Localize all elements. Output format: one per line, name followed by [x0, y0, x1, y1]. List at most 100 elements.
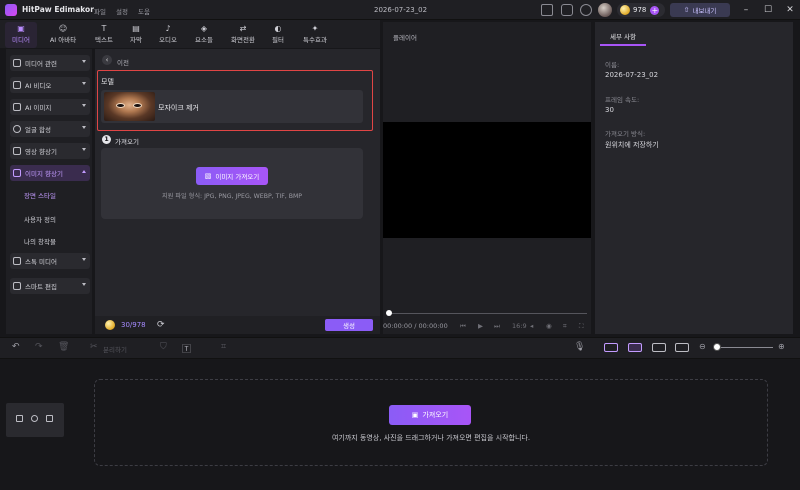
- timeline-import-button[interactable]: ▣ 가져오기: [389, 405, 471, 425]
- add-coins-button[interactable]: +: [650, 5, 660, 15]
- chevron-down-icon: [82, 148, 86, 151]
- generate-button[interactable]: 생성: [325, 319, 373, 331]
- tab-ai-avatar[interactable]: ☺ AI 아바타: [44, 22, 82, 48]
- zoom-slider[interactable]: [718, 347, 773, 348]
- eye-left: [116, 103, 125, 108]
- sidebar-item-ai-image[interactable]: AI 이미지: [10, 99, 90, 115]
- details-panel: [595, 22, 793, 334]
- supported-formats: 지원 파일 형식: JPG, PNG, JPEG, WEBP, TIF, BMP: [161, 193, 303, 200]
- tab-label: 요소들: [195, 36, 213, 44]
- tab-subtitle[interactable]: ▤ 자막: [120, 22, 152, 48]
- scrub-track[interactable]: [389, 313, 587, 314]
- tab-effects[interactable]: ✦ 특수효과: [297, 22, 333, 48]
- scrub-handle[interactable]: [386, 310, 392, 316]
- expand-icon[interactable]: [675, 343, 689, 352]
- magnet-icon[interactable]: [628, 343, 642, 352]
- crop-tool-icon[interactable]: ⌗: [221, 342, 226, 352]
- zoom-out-icon[interactable]: ⊖: [699, 342, 706, 351]
- sidebar-item-image-enhancer[interactable]: 이미지 향상기: [10, 165, 90, 181]
- prev-frame-icon[interactable]: ⏮: [460, 322, 466, 331]
- tab-label: 자막: [130, 36, 142, 44]
- chevron-down-icon: [82, 126, 86, 129]
- close-icon[interactable]: ✕: [784, 4, 796, 16]
- play-icon[interactable]: ▶: [478, 322, 483, 330]
- shield-icon[interactable]: ⛉: [160, 342, 167, 352]
- tab-label: 필터: [272, 36, 284, 44]
- tab-label: 특수효과: [303, 36, 327, 44]
- stock-media-icon: [13, 257, 21, 265]
- sidebar-item-video-enhancer[interactable]: 영상 향상기: [10, 143, 90, 159]
- sidebar-item-label: 스톡 미디어: [25, 258, 57, 266]
- tab-audio[interactable]: ♪ 오디오: [152, 22, 184, 48]
- effects-icon: ✦: [311, 24, 319, 33]
- crop-icon[interactable]: ⌗: [563, 322, 567, 331]
- snapshot-icon[interactable]: ◉: [546, 322, 552, 330]
- undo-icon[interactable]: ↶: [12, 342, 20, 352]
- link-track-icon[interactable]: [604, 343, 618, 352]
- fps-label: 프레임 속도:: [605, 96, 640, 104]
- player-screen[interactable]: [383, 122, 591, 238]
- tab-media[interactable]: ▣ 미디어: [5, 22, 37, 48]
- fps-value: 30: [605, 106, 614, 114]
- import-image-button[interactable]: ▧ 이미지 가져오기: [196, 167, 268, 185]
- sidebar-subitem-scene-style[interactable]: 장면 스타일: [24, 190, 56, 200]
- tab-label: 오디오: [159, 36, 177, 44]
- coin-icon: [105, 320, 115, 330]
- sidebar-item-stock-media[interactable]: 스톡 미디어: [10, 253, 90, 269]
- delete-icon[interactable]: 🗑: [58, 342, 69, 352]
- tab-elements[interactable]: ◈ 요소들: [188, 22, 220, 48]
- track-fit-icon[interactable]: [652, 343, 666, 352]
- audio-icon: ♪: [165, 24, 171, 33]
- track-lock-icon[interactable]: [16, 415, 23, 422]
- menu-file[interactable]: 파일: [94, 6, 106, 16]
- sidebar-subitem-my-creations[interactable]: 나의 창작물: [24, 236, 56, 246]
- timecode: 00:00:00 / 00:00:00: [383, 322, 448, 330]
- player-title: 플레이어: [393, 34, 417, 42]
- maximize-icon[interactable]: ☐: [762, 4, 774, 16]
- split-icon[interactable]: ✂: [90, 342, 98, 352]
- next-frame-icon[interactable]: ⏭: [494, 322, 500, 331]
- coin-balance[interactable]: 978 +: [617, 3, 665, 17]
- sidebar-item-media[interactable]: 미디어 관련: [10, 55, 90, 71]
- zoom-handle[interactable]: [713, 343, 721, 351]
- track-visibility-icon[interactable]: [31, 415, 38, 422]
- tab-details[interactable]: 세부 사항: [600, 28, 646, 46]
- ai-video-icon: [13, 81, 21, 89]
- minimize-icon[interactable]: –: [740, 4, 752, 16]
- microphone-icon[interactable]: 🎙: [574, 342, 585, 352]
- project-name: 2026-07-23_02: [374, 6, 428, 14]
- sidebar-item-face-swap[interactable]: 얼굴 합성: [10, 121, 90, 137]
- redo-icon[interactable]: ↷: [35, 342, 43, 352]
- text-tool-icon[interactable]: 🅃: [182, 342, 191, 355]
- feedback-icon[interactable]: [561, 4, 573, 16]
- aspect-ratio[interactable]: 16:9: [512, 322, 527, 330]
- sidebar-item-ai-video[interactable]: AI 비디오: [10, 77, 90, 93]
- zoom-in-icon[interactable]: ⊕: [778, 342, 785, 351]
- sidebar-item-label: AI 이미지: [25, 104, 52, 112]
- tab-label: 텍스트: [95, 36, 113, 44]
- back-button[interactable]: ‹: [102, 55, 112, 65]
- export-label: 내보내기: [692, 7, 717, 15]
- track-mute-icon[interactable]: [46, 415, 53, 422]
- sidebar-item-smart-edit[interactable]: 스마트 편집: [10, 278, 90, 294]
- sidebar-subitem-custom[interactable]: 사용자 정의: [24, 214, 56, 224]
- scissors-icon: [13, 282, 21, 290]
- refresh-icon[interactable]: ⟳: [157, 320, 167, 330]
- tab-text[interactable]: T 텍스트: [88, 22, 120, 48]
- import-mode-value: 원위치에 저장하기: [605, 141, 659, 149]
- fullscreen-icon[interactable]: ⛶: [579, 322, 584, 331]
- sidebar-item-label: 이미지 향상기: [25, 170, 63, 178]
- volume-icon[interactable]: ◂: [530, 322, 533, 330]
- user-avatar[interactable]: [598, 3, 612, 17]
- tab-filter[interactable]: ◐ 필터: [262, 22, 294, 48]
- menu-help[interactable]: 도움: [138, 6, 150, 16]
- menu-settings[interactable]: 설정: [116, 6, 128, 16]
- download-icon[interactable]: [580, 4, 592, 16]
- tab-transition[interactable]: ⇄ 화면전환: [225, 22, 261, 48]
- layout-icon[interactable]: [541, 4, 553, 16]
- folder-icon: [13, 59, 21, 67]
- model-name: 모자이크 제거: [158, 104, 199, 112]
- export-button[interactable]: ⇧ 내보내기: [670, 3, 730, 17]
- timeline-hint: 여기까지 동영상, 사진을 드래그하거나 가져오면 편집을 시작합니다.: [331, 434, 531, 442]
- transition-icon: ⇄: [239, 24, 247, 33]
